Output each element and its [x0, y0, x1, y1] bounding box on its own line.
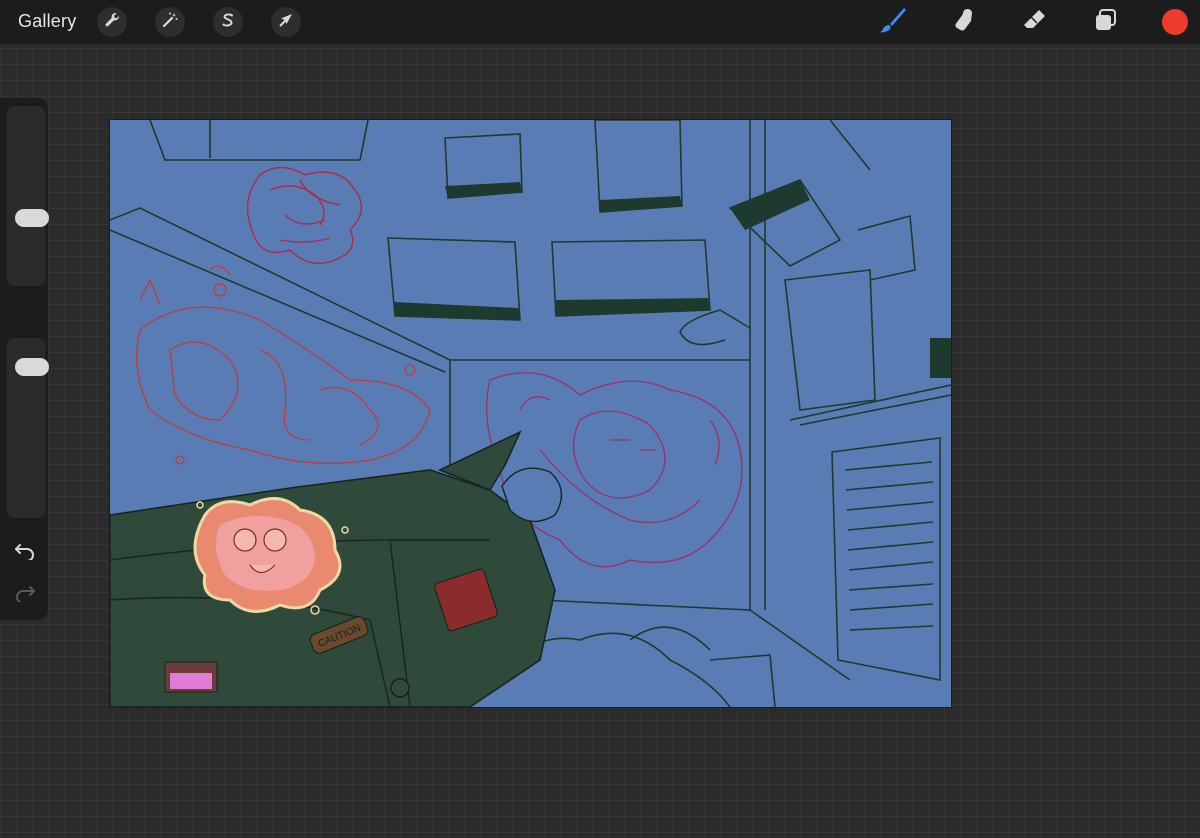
drawing-canvas[interactable]: CAUTION — [110, 120, 951, 707]
layers-icon — [1093, 7, 1119, 38]
magic-wand-icon — [161, 11, 179, 34]
opacity-thumb[interactable] — [15, 357, 49, 376]
arrow-cursor-icon — [277, 11, 295, 34]
undo-button[interactable] — [12, 542, 38, 564]
smudge-button[interactable] — [949, 8, 979, 36]
redo-icon — [14, 584, 36, 607]
top-toolbar: Gallery — [0, 0, 1200, 44]
artwork: CAUTION — [110, 120, 951, 707]
brush-button[interactable] — [878, 6, 908, 39]
smudge-finger-icon — [950, 6, 978, 39]
graffiti-top — [246, 166, 363, 264]
eraser-icon — [1021, 6, 1049, 39]
layers-button[interactable] — [1091, 8, 1121, 36]
selection-s-icon — [219, 11, 237, 34]
light-shadows — [394, 180, 951, 378]
color-picker-button[interactable] — [1162, 9, 1188, 35]
opacity-slider[interactable] — [7, 338, 49, 518]
adjustments-button[interactable] — [155, 7, 185, 37]
graffiti-left — [136, 265, 431, 465]
brush-icon — [878, 6, 908, 39]
gallery-button[interactable]: Gallery — [18, 11, 76, 32]
redo-button[interactable] — [12, 584, 38, 606]
selection-button[interactable] — [213, 7, 243, 37]
brush-size-thumb[interactable] — [15, 208, 49, 227]
eraser-button[interactable] — [1020, 8, 1050, 36]
left-sidebar — [0, 98, 49, 620]
brush-size-slider[interactable] — [7, 106, 49, 286]
transform-button[interactable] — [271, 7, 301, 37]
undo-icon — [14, 542, 36, 565]
wrench-icon — [103, 11, 121, 34]
actions-button[interactable] — [97, 7, 127, 37]
